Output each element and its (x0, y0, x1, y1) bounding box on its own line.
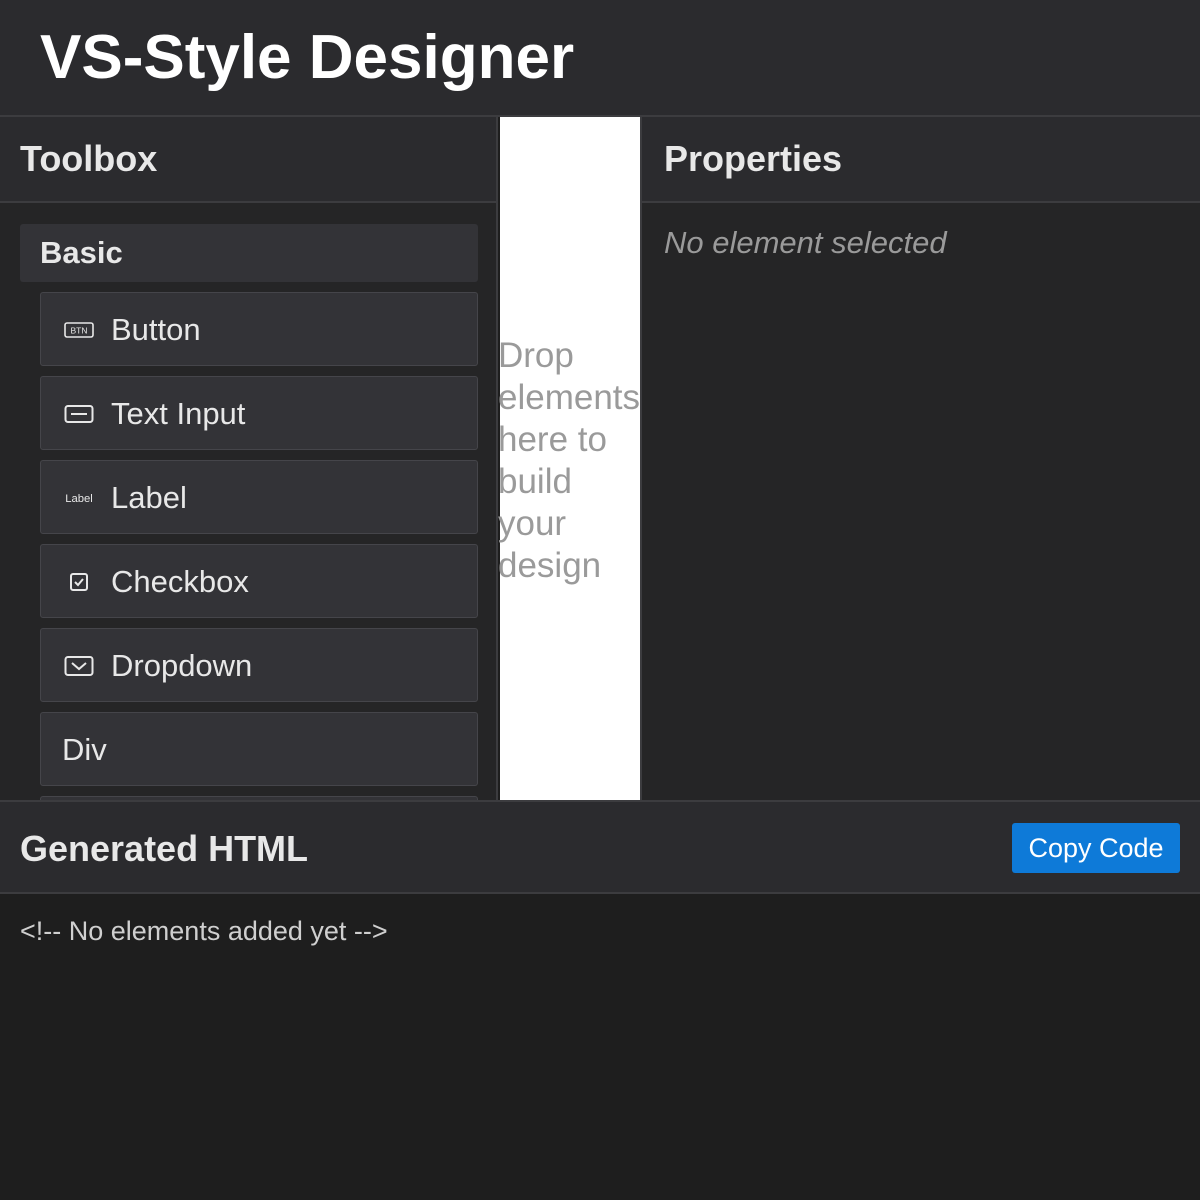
tool-item-checkbox[interactable]: Checkbox (40, 544, 478, 618)
designer-app: VS-Style Designer Toolbox Basic BTN Butt… (0, 0, 1200, 1200)
tool-label-label: Label (111, 480, 187, 515)
tool-label-button: Button (111, 312, 201, 347)
category-basic[interactable]: Basic (20, 224, 478, 282)
canvas-drop-hint: Drop elements here to build your design (498, 336, 641, 585)
tool-label-div: Div (62, 732, 107, 767)
toolbox-header: Toolbox (0, 117, 496, 203)
label-icon: Label (63, 483, 95, 513)
toolbox-panel: Toolbox Basic BTN Button Text Input Labe… (0, 117, 498, 800)
properties-title: Properties (664, 138, 843, 179)
copy-code-button[interactable]: Copy Code (1012, 823, 1180, 873)
tool-label-checkbox: Checkbox (111, 564, 249, 599)
code-output[interactable]: <!-- No elements added yet --> (20, 914, 388, 948)
no-selection-text: No element selected (664, 225, 947, 260)
generated-html-panel: Generated HTML Copy Code <!-- No element… (0, 800, 1200, 1200)
code-header: Generated HTML Copy Code (0, 800, 1200, 894)
text-input-icon (63, 399, 95, 429)
properties-panel: Properties No element selected (640, 117, 1200, 800)
app-title: VS-Style Designer (40, 23, 575, 92)
button-icon: BTN (63, 315, 95, 345)
dropdown-icon (63, 651, 95, 681)
tool-list: BTN Button Text Input Label Label Checkb… (40, 292, 478, 800)
tool-label-text-input: Text Input (111, 396, 246, 431)
tool-item-text-input[interactable]: Text Input (40, 376, 478, 450)
toolbox-title: Toolbox (20, 138, 158, 179)
label-icon-text: Label (65, 493, 93, 505)
checkbox-icon (63, 567, 95, 597)
category-label: Basic (40, 235, 123, 270)
design-canvas[interactable]: Drop elements here to build your design (498, 117, 640, 800)
button-icon-text: BTN (71, 326, 88, 336)
tool-label-dropdown: Dropdown (111, 648, 253, 683)
code-title: Generated HTML (20, 828, 309, 869)
tool-item-dropdown[interactable]: Dropdown (40, 628, 478, 702)
properties-header: Properties (642, 117, 1200, 203)
tool-item-div[interactable]: Div (40, 712, 478, 786)
tool-item-button[interactable]: BTN Button (40, 292, 478, 366)
tool-item-label[interactable]: Label Label (40, 460, 478, 534)
title-bar: VS-Style Designer (0, 0, 1200, 117)
